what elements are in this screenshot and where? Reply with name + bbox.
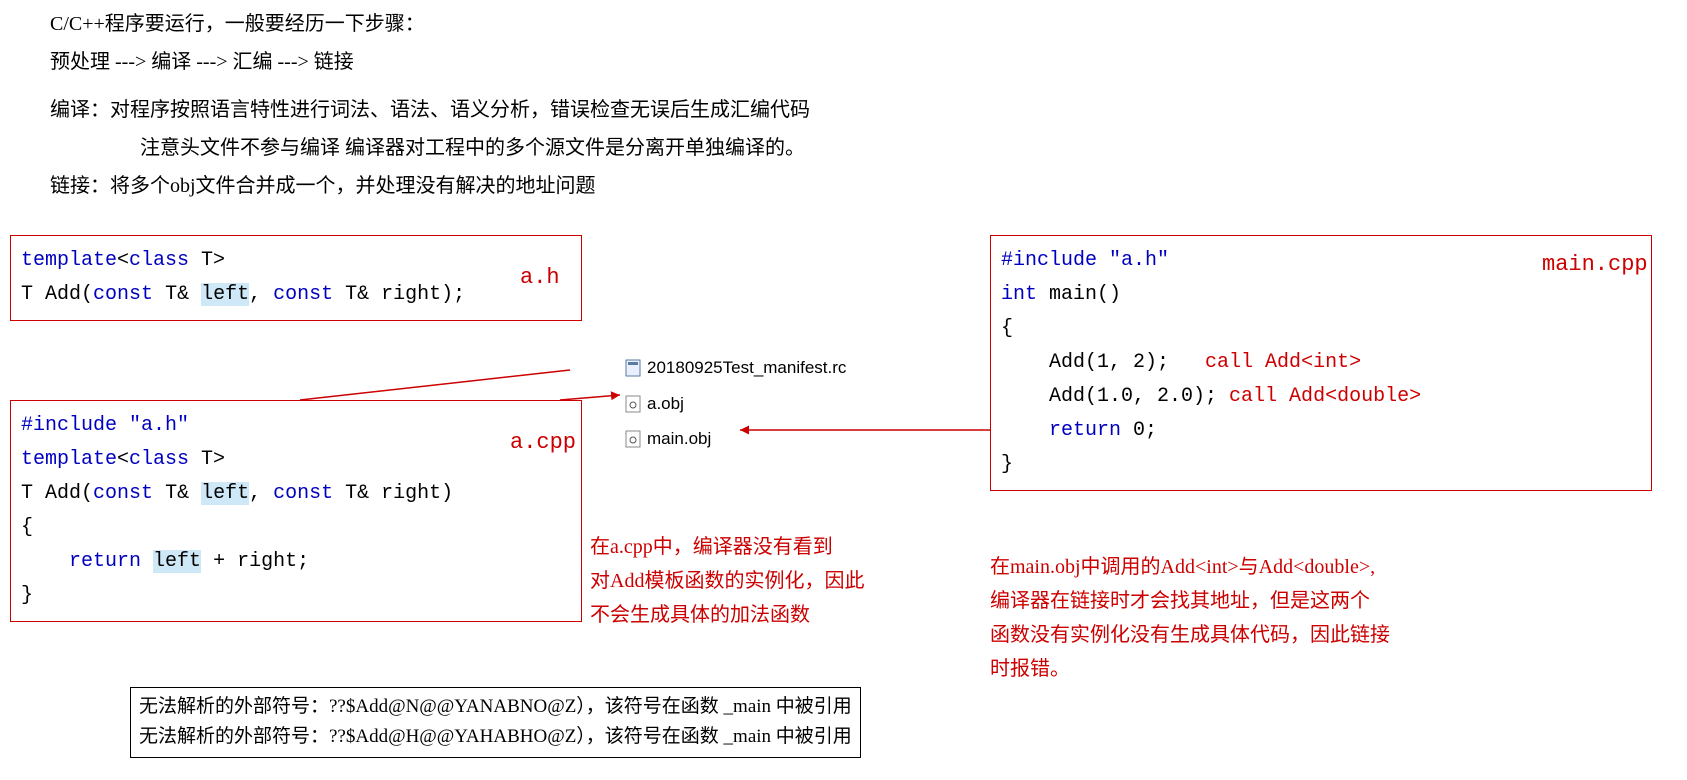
resource-file-icon <box>625 359 641 377</box>
file-name: main.obj <box>647 421 711 457</box>
file-item: 20180925Test_manifest.rc <box>625 350 846 386</box>
code-box-a-h: template<class T> T Add(const T& left, c… <box>10 235 582 321</box>
code-a-h: template<class T> T Add(const T& left, c… <box>21 244 571 312</box>
obj-file-icon <box>625 395 641 413</box>
file-item: main.obj <box>625 421 846 457</box>
obj-file-icon <box>625 430 641 448</box>
intro-line: 链接：将多个obj文件合并成一个，并处理没有解决的地址问题 <box>50 167 1647 205</box>
intro-line: 注意头文件不参与编译 编译器对工程中的多个源文件是分离开单独编译的。 <box>140 129 1647 167</box>
code-main-cpp: #include "a.h" int main() { Add(1, 2); c… <box>1001 244 1641 482</box>
intro-line: C/C++程序要运行，一般要经历一下步骤： <box>50 5 1647 43</box>
intro-line: 编译：对程序按照语言特性进行词法、语法、语义分析，错误检查无误后生成汇编代码 <box>50 91 1647 129</box>
file-item: a.obj <box>625 386 846 422</box>
note-main-obj: 在main.obj中调用的Add<int>与Add<double>, 编译器在链… <box>990 550 1390 686</box>
code-box-a-cpp: #include "a.h" template<class T> T Add(c… <box>10 400 582 622</box>
linker-error-box: 无法解析的外部符号：??$Add@N@@YANABNO@Z），该符号在函数 _m… <box>130 687 861 758</box>
obj-file-list: 20180925Test_manifest.rc a.obj main.obj <box>625 350 846 457</box>
linker-error-line: 无法解析的外部符号：??$Add@H@@YAHABHO@Z），该符号在函数 _m… <box>139 722 852 752</box>
arrow-acpp-to-aobj-stem <box>300 370 570 400</box>
intro-block: C/C++程序要运行，一般要经历一下步骤： 预处理 ---> 编译 ---> 汇… <box>50 5 1647 205</box>
label-a-h: a.h <box>520 265 560 290</box>
code-a-cpp: #include "a.h" template<class T> T Add(c… <box>21 409 571 613</box>
linker-error-line: 无法解析的外部符号：??$Add@N@@YANABNO@Z），该符号在函数 _m… <box>139 692 852 722</box>
intro-line: 预处理 ---> 编译 ---> 汇编 ---> 链接 <box>50 43 1647 81</box>
label-main-cpp: main.cpp <box>1542 252 1648 277</box>
file-name: 20180925Test_manifest.rc <box>647 350 846 386</box>
file-name: a.obj <box>647 386 684 422</box>
label-a-cpp: a.cpp <box>510 430 576 455</box>
note-a-cpp: 在a.cpp中，编译器没有看到 对Add模板函数的实例化，因此 不会生成具体的加… <box>590 530 864 632</box>
